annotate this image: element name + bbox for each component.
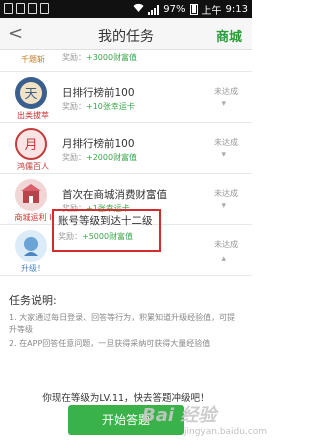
signal-icon	[148, 4, 160, 15]
task-status: 未达成	[214, 138, 238, 147]
levelup-badge-icon	[15, 230, 47, 262]
wifi-icon	[133, 3, 144, 16]
time-prefix: 上午	[201, 6, 222, 17]
notification-icon	[16, 3, 25, 14]
task-reward: 奖励：+3000财富值	[62, 53, 138, 62]
description-line: 1. 大家通过每日登录、回答等行为，积累知道升级经验值，可提升等级	[9, 313, 236, 334]
task-row[interactable]: 千题斩 奖励：+3000财富值	[0, 50, 252, 72]
task-row[interactable]: 天 出类拔萃 日排行榜前100 奖励：+10张幸运卡 未达成 ▾	[0, 72, 252, 123]
page-title: 我的任务	[98, 29, 154, 45]
notification-icon	[4, 3, 13, 14]
chevron-up-icon[interactable]: ▴	[221, 254, 226, 264]
task-icon-label: 升级！	[21, 264, 45, 273]
chevron-down-icon[interactable]: ▾	[221, 201, 226, 211]
notification-icon	[40, 3, 49, 14]
status-bar: 97% 上午 9:13	[0, 0, 252, 18]
task-name: 日排行榜前100	[62, 87, 135, 99]
notification-icon	[28, 3, 37, 14]
shop-link[interactable]: 商城	[216, 26, 242, 45]
task-reward: 奖励：+10张幸运卡	[62, 102, 135, 111]
battery-percent: 97%	[163, 4, 186, 15]
clock: 9:13	[225, 4, 248, 15]
notification-icons	[4, 3, 49, 14]
task-row[interactable]: 月 鸿儒百人 月排行榜前100 奖励：+2000财富值 未达成 ▾	[0, 123, 252, 174]
day-badge-icon: 天	[15, 77, 47, 109]
watermark-brand: Bai 经验	[142, 405, 217, 426]
watermark-url: jingyan.baidu.com	[184, 427, 268, 437]
task-status: 未达成	[214, 240, 238, 249]
watermark: Bai 经验 jingyan.baidu.com	[134, 395, 267, 448]
battery-icon	[189, 4, 198, 15]
task-icon-label: 鸿儒百人	[17, 162, 49, 171]
status-right: 97% 上午 9:13	[133, 2, 248, 17]
task-status: 未达成	[214, 189, 238, 198]
chevron-down-icon[interactable]: ▾	[221, 99, 226, 109]
chevron-down-icon[interactable]: ▾	[221, 150, 226, 160]
svg-text:月: 月	[24, 138, 37, 153]
highlight-box	[52, 209, 161, 252]
task-icon-label: 千题斩	[21, 55, 45, 64]
task-status: 未达成	[214, 87, 238, 96]
task-icon-label: 出类拔萃	[17, 111, 49, 120]
task-name: 首次在商城消费财富值	[62, 189, 167, 201]
description-heading: 任务说明:	[9, 294, 57, 307]
svg-text:天: 天	[24, 87, 37, 102]
shop-badge-icon	[15, 179, 47, 211]
task-reward: 奖励：+2000财富值	[62, 153, 138, 162]
month-badge-icon: 月	[15, 128, 47, 160]
nav-bar: < 我的任务 商城	[0, 18, 252, 50]
task-name: 月排行榜前100	[62, 138, 135, 150]
description-line: 2. 在APP回答任意问题，一旦获得采纳可获得大量经验值	[9, 339, 211, 348]
